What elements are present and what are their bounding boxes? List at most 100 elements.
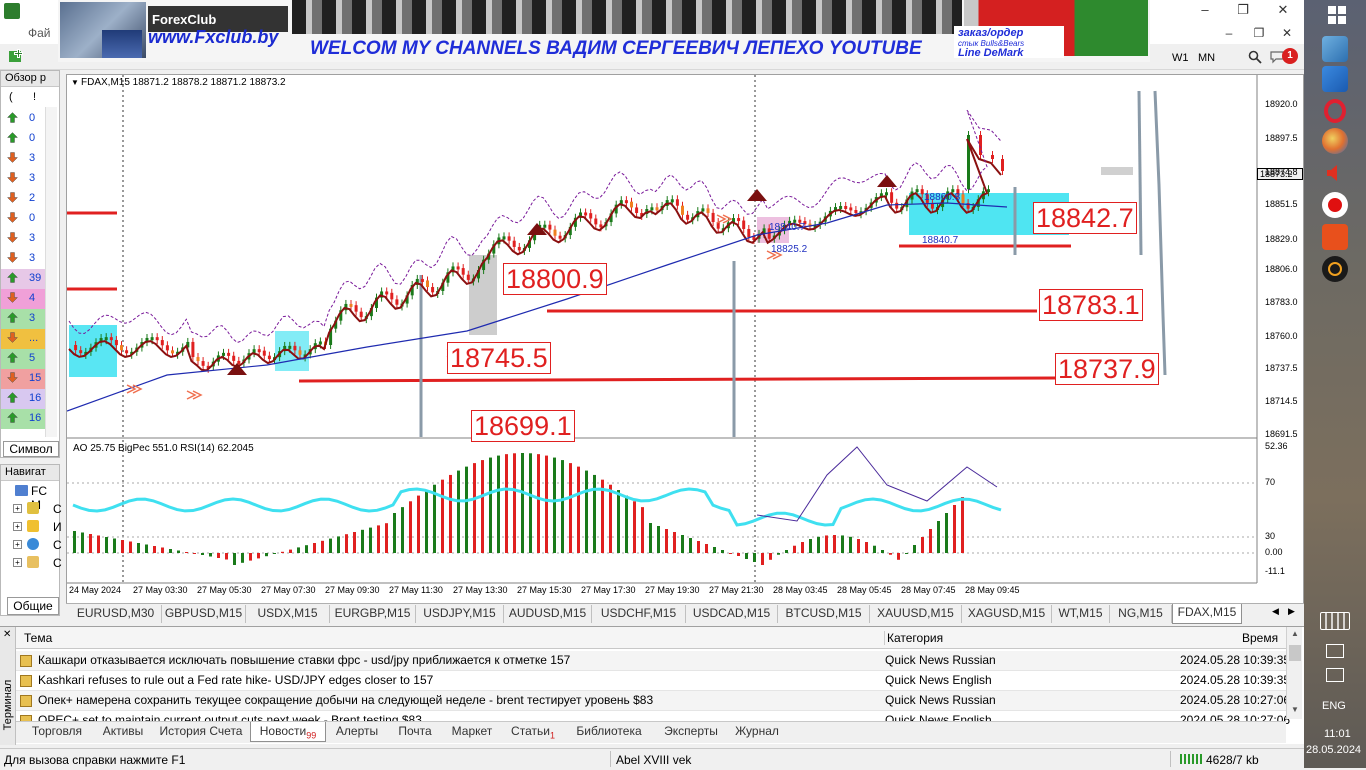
terminal-close-icon[interactable]: ✕ xyxy=(3,629,11,640)
notification-badge[interactable]: 1 xyxy=(1282,48,1298,64)
keyboard-icon[interactable] xyxy=(1320,612,1350,630)
chart-tab[interactable]: EURUSD,M30 xyxy=(70,605,162,623)
candle xyxy=(630,201,633,208)
tray-icon[interactable] xyxy=(1326,644,1344,658)
tabs-scroll-left[interactable]: ◀ xyxy=(1272,606,1279,617)
paint-icon[interactable] xyxy=(1322,128,1348,154)
child-minimize-button[interactable]: – xyxy=(1214,23,1244,43)
general-tab[interactable]: Общие xyxy=(7,597,59,615)
candle xyxy=(114,339,118,346)
speaker-icon[interactable] xyxy=(1322,160,1348,186)
child-restore-button[interactable]: ❐ xyxy=(1244,23,1274,43)
indicator-tick-label: -11.1 xyxy=(1265,566,1285,576)
minimize-button[interactable]: – xyxy=(1190,0,1220,20)
candle xyxy=(594,218,598,225)
clock-time[interactable]: 11:01 xyxy=(1324,728,1351,740)
terminal-tab[interactable]: Маркет xyxy=(442,722,502,742)
chart-tab[interactable]: XAUUSD,M15 xyxy=(870,605,962,623)
chart-dropdown-icon[interactable]: ▼ xyxy=(71,78,79,87)
header-time[interactable]: Время xyxy=(1242,631,1278,645)
chart-tab[interactable]: USDJPY,M15 xyxy=(416,605,504,623)
chart-tab[interactable]: NG,M15 xyxy=(1110,605,1172,623)
header-topic[interactable]: Тема xyxy=(24,631,52,645)
chart-tab[interactable]: USDX,M15 xyxy=(246,605,330,623)
histogram-bar xyxy=(313,543,316,553)
app-icon-dark[interactable] xyxy=(1322,256,1348,282)
signal-arrows xyxy=(186,390,203,400)
app-icon-orange[interactable] xyxy=(1322,224,1348,250)
terminal-tab[interactable]: Торговля xyxy=(20,722,94,742)
chart-window[interactable]: FDAX,M15 18871.2 18878.2 18871.2 18873.2… xyxy=(66,74,1304,604)
new-chart-icon[interactable] xyxy=(8,48,26,66)
histogram-bar xyxy=(129,541,132,553)
terminal-tab[interactable]: Статьи1 xyxy=(502,722,564,742)
terminal-tab[interactable]: Почта xyxy=(388,722,442,742)
terminal-tab[interactable]: Журнал xyxy=(728,722,786,742)
timeframe-w1[interactable]: W1 xyxy=(1172,52,1189,64)
timeframe-mn[interactable]: MN xyxy=(1198,52,1215,64)
ad-banner[interactable]: ForexClub www.Fxclub.by WELCOM MY CHANNE… xyxy=(58,0,1150,62)
chart-tab[interactable]: FDAX,M15 xyxy=(1172,604,1242,624)
market-watch-value: 3 xyxy=(29,152,36,164)
news-icon xyxy=(20,675,32,687)
chart-tab[interactable]: AUDUSD,M15 xyxy=(504,605,592,623)
candle xyxy=(288,345,292,349)
chart-tab[interactable]: USDCHF,M15 xyxy=(592,605,686,623)
banner-side-line3: Line DeMark xyxy=(958,47,1024,59)
terminal-tab[interactable]: Алерты xyxy=(326,722,388,742)
record-icon[interactable] xyxy=(1322,192,1348,218)
arrow-down-icon xyxy=(7,232,18,243)
histogram-bar xyxy=(193,553,196,554)
opera-icon[interactable] xyxy=(1322,98,1348,124)
histogram-bar xyxy=(489,457,492,553)
close-button[interactable]: ✕ xyxy=(1268,0,1298,20)
terminal-scrollbar[interactable]: ▲ ▼ xyxy=(1286,627,1302,719)
terminal-tab[interactable]: История Счета xyxy=(152,722,250,742)
symbol-tab[interactable]: Символ xyxy=(3,441,59,457)
news-row[interactable]: Опек+ намерена сохранить текущее сокраще… xyxy=(16,691,1290,711)
news-row[interactable]: Кашкари отказывается исключать повышение… xyxy=(16,651,1290,671)
market-watch-scrollbar[interactable] xyxy=(45,107,57,437)
language-indicator[interactable]: ENG xyxy=(1322,700,1346,712)
histogram-bar xyxy=(721,550,724,553)
histogram-bar xyxy=(513,453,516,553)
maximize-button[interactable]: ❐ xyxy=(1228,0,1258,20)
terminal-tab[interactable]: Активы xyxy=(94,722,152,742)
candle xyxy=(79,350,83,354)
header-category[interactable]: Категория xyxy=(884,631,943,645)
candle xyxy=(262,350,266,356)
candle xyxy=(635,207,639,213)
chart-tab[interactable]: EURGBP,M15 xyxy=(330,605,416,623)
histogram-bar xyxy=(345,534,348,553)
terminal-tab[interactable]: Библиотека xyxy=(564,722,654,742)
chart-tab[interactable]: BTCUSD,M15 xyxy=(778,605,870,623)
windows-start-icon[interactable] xyxy=(1328,6,1346,24)
candle xyxy=(165,345,169,351)
price-chart[interactable] xyxy=(66,75,1305,605)
menu-file[interactable]: Фай xyxy=(28,26,51,40)
candle xyxy=(624,200,628,204)
terminal-tab[interactable]: Новости99 xyxy=(250,722,326,742)
histogram-bar xyxy=(545,455,548,553)
histogram-bar xyxy=(297,547,300,553)
child-close-button[interactable]: ✕ xyxy=(1272,23,1302,43)
search-icon[interactable] xyxy=(1248,50,1262,64)
network-icon[interactable] xyxy=(1326,668,1344,682)
news-category: Quick News Russian xyxy=(885,653,996,667)
chart-tab[interactable]: GBPUSD,M15 xyxy=(162,605,246,623)
histogram-bar xyxy=(329,538,332,553)
chart-tab[interactable]: WT,M15 xyxy=(1052,605,1110,623)
screenshot-app-icon[interactable] xyxy=(1322,36,1348,62)
terminal-tab[interactable]: Эксперты xyxy=(654,722,728,742)
histogram-bar xyxy=(353,532,356,553)
account-icon xyxy=(27,502,39,514)
chart-tab[interactable]: XAGUSD,M15 xyxy=(962,605,1052,623)
news-row[interactable]: Kashkari refuses to rule out a Fed rate … xyxy=(16,671,1290,691)
outlook-icon[interactable] xyxy=(1322,66,1348,92)
chart-tab[interactable]: USDCAD,M15 xyxy=(686,605,778,623)
arrow-down-icon xyxy=(7,192,18,203)
clock-date[interactable]: 28.05.2024 xyxy=(1306,744,1361,756)
tabs-scroll-right[interactable]: ▶ xyxy=(1288,606,1295,617)
candle xyxy=(420,278,424,282)
candle xyxy=(589,213,593,219)
